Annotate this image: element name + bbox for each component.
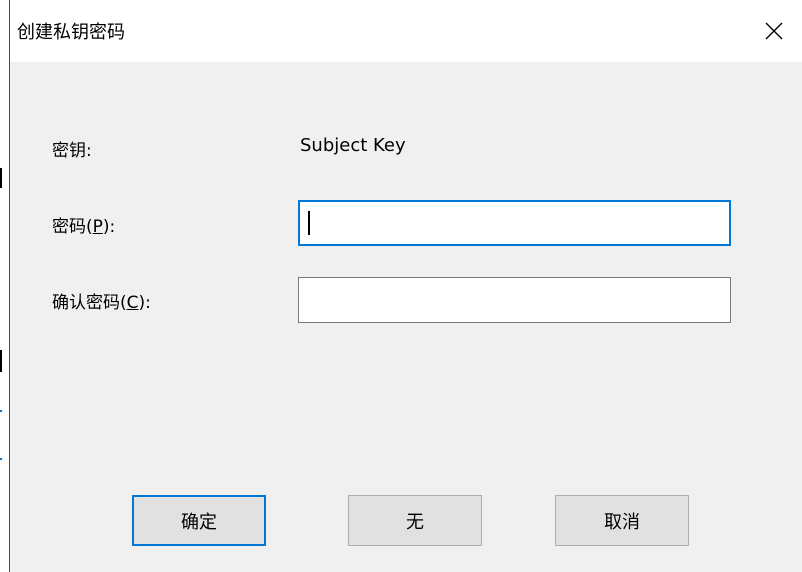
password-label: 密码(P):	[52, 212, 115, 237]
ok-button[interactable]: 确定	[132, 495, 266, 546]
password-label-mnemonic: P	[92, 217, 103, 237]
dialog-title: 创建私钥密码	[17, 22, 125, 43]
key-label: 密钥:	[52, 141, 92, 161]
close-button[interactable]	[746, 0, 802, 62]
password-field[interactable]	[298, 200, 731, 246]
none-button[interactable]: 无	[348, 495, 482, 546]
confirm-label-prefix: 确认密码(	[52, 293, 127, 313]
confirm-password-field[interactable]	[298, 277, 731, 323]
background-edge-mark	[0, 458, 2, 460]
confirm-password-input[interactable]	[299, 278, 730, 322]
password-input[interactable]	[300, 202, 729, 244]
background-edge-mark	[0, 168, 2, 188]
confirm-password-label: 确认密码(C):	[52, 288, 151, 313]
close-icon	[765, 22, 783, 40]
key-value: Subject Key	[300, 135, 406, 156]
background-edge-mark	[0, 410, 2, 412]
create-private-key-password-dialog: 创建私钥密码 密钥: Subject Key 密码(P): 确认密码(C): 确…	[9, 0, 802, 572]
password-label-suffix: ):	[102, 217, 116, 237]
confirm-label-mnemonic: C	[126, 293, 139, 313]
password-label-prefix: 密码(	[52, 217, 93, 237]
title-bar: 创建私钥密码	[10, 0, 802, 62]
text-caret	[308, 211, 310, 235]
cancel-button[interactable]: 取消	[555, 495, 689, 546]
background-edge-mark	[0, 350, 2, 372]
confirm-label-suffix: ):	[138, 293, 151, 313]
